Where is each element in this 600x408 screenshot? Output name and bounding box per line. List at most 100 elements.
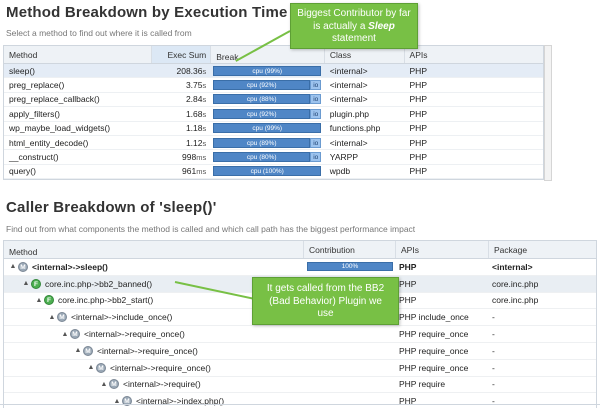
package-cell: <internal> [492, 261, 533, 272]
tree-method-label: <internal>->require_once() [110, 362, 211, 373]
tree-row[interactable]: ▲ M <internal>->require() PHP require - [4, 377, 596, 394]
package-cell: - [492, 329, 495, 340]
cpu-bar: cpu (89%) [213, 137, 311, 148]
table-row[interactable]: apply_filters() 1.68s cpu (92%) io plugin.ph… [4, 107, 543, 122]
exec-sum: 1.12s [185, 137, 207, 148]
table-row[interactable]: preg_replace_callback() 2.84s cpu (88%) io <… [4, 93, 543, 108]
exec-sum: 1.18s [185, 123, 207, 134]
cpu-bar: cpu (99%) [213, 65, 322, 76]
method-name: apply_filters() [9, 108, 61, 119]
bottom-callout-line1: It gets called from the BB2 [266, 283, 385, 294]
cpu-bar: cpu (88%) [213, 94, 311, 105]
expand-triangle-icon[interactable]: ▲ [60, 331, 70, 338]
expand-triangle-icon[interactable]: ▲ [21, 280, 31, 287]
tree-row[interactable]: ▲ M <internal>->require_once() PHP require_… [4, 343, 596, 360]
class-name: <internal> [329, 65, 368, 76]
exec-sum: 2.84s [185, 94, 207, 105]
exec-sum: 3.75s [185, 80, 207, 91]
apis-value: PHP [409, 152, 427, 163]
cpu-bar: cpu (99%) [213, 123, 322, 134]
exec-sum: 998ms [182, 152, 207, 163]
caller-apis: PHP require_once [399, 345, 469, 356]
breakdown-bar: cpu (99%) [211, 65, 325, 76]
caller-breakdown-subtitle: Find out from what components the method… [6, 224, 416, 234]
tree-method-cell: ▲ M <internal>->require_once() [4, 345, 304, 356]
expand-triangle-icon[interactable]: ▲ [86, 364, 96, 371]
table-row[interactable]: sleep() 208.36s cpu (99%) <internal> PHP [4, 64, 543, 79]
expand-triangle-icon[interactable]: ▲ [47, 314, 57, 321]
col-header-apis[interactable]: APIs [405, 46, 543, 63]
expand-triangle-icon[interactable]: ▲ [99, 381, 109, 388]
breakdown-bar: cpu (80%) io [211, 152, 325, 163]
contribution-bar: 100% [307, 262, 393, 272]
class-name: plugin.php [329, 108, 370, 119]
col-header-method[interactable]: Method [4, 46, 153, 63]
method-icon: M [18, 261, 28, 272]
breakdown-bar: cpu (100%) [211, 166, 325, 177]
col-header-caller-method[interactable]: Method [4, 241, 304, 258]
caller-breakdown-title: Caller Breakdown of 'sleep()' [6, 199, 217, 216]
tree-method-cell: ▲ M <internal>->require_once() [4, 362, 304, 373]
method-table-scrollbar[interactable] [544, 45, 552, 181]
col-header-caller-apis[interactable]: APIs [396, 241, 489, 258]
apis-value: PHP [409, 123, 427, 134]
table-row[interactable]: preg_replace() 3.75s cpu (92%) io <internal>… [4, 78, 543, 93]
tree-method-cell: ▲ M <internal>->require() [4, 379, 304, 390]
tree-row[interactable]: ▲ M <internal>->require_once() PHP require_… [4, 360, 596, 377]
expand-triangle-icon[interactable]: ▲ [8, 263, 18, 270]
caller-apis: PHP [399, 295, 417, 306]
method-icon: M [96, 362, 106, 373]
expand-triangle-icon[interactable]: ▲ [34, 297, 44, 304]
caller-apis: PHP require_once [399, 329, 469, 340]
exec-sum: 1.68s [185, 108, 207, 119]
caller-apis: PHP require_once [399, 362, 469, 373]
breakdown-bar: cpu (92%) io [211, 108, 325, 119]
expand-triangle-icon[interactable]: ▲ [73, 347, 83, 354]
class-name: functions.php [329, 123, 381, 134]
exec-sum: 961ms [182, 166, 207, 177]
breakdown-bar: cpu (92%) io [211, 80, 325, 91]
apis-value: PHP [409, 166, 427, 177]
method-name: query() [9, 166, 36, 177]
package-cell: core.inc.php [492, 295, 539, 306]
col-header-package[interactable]: Package [489, 241, 596, 258]
io-bar: io [310, 108, 322, 119]
function-icon: F [44, 295, 54, 306]
cpu-bar: cpu (80%) [213, 152, 311, 163]
cpu-bar: cpu (92%) [213, 108, 311, 119]
io-bar: io [310, 152, 322, 163]
bottom-callout-line3: use [317, 308, 334, 319]
io-bar: io [310, 94, 322, 105]
tree-method-label: <internal>->include_once() [71, 312, 173, 323]
caller-apis: PHP require [399, 379, 446, 390]
class-name: <internal> [329, 94, 368, 105]
tree-row[interactable]: ▲ M <internal>->require_once() PHP require_… [4, 326, 596, 343]
tree-method-label: <internal>->sleep() [32, 261, 108, 272]
tree-method-label: <internal>->require_once() [84, 329, 185, 340]
package-cell: - [492, 362, 495, 373]
table-row[interactable]: html_entity_decode() 1.12s cpu (89%) io <int… [4, 136, 543, 151]
top-callout: Biggest Contributor by far is actually a… [290, 3, 418, 49]
method-name: wp_maybe_load_widgets() [9, 123, 111, 134]
breakdown-bar: cpu (89%) io [211, 137, 325, 148]
function-icon: F [31, 278, 41, 289]
package-cell: - [492, 312, 495, 323]
class-name: <internal> [329, 80, 368, 91]
tree-row[interactable]: ▲ M <internal>->index.php() PHP - [4, 393, 596, 408]
tree-row[interactable]: ▲ M <internal>->sleep() 100% PHP <internal> [4, 259, 596, 276]
method-icon: M [57, 312, 67, 323]
table-row[interactable]: __construct() 998ms cpu (80%) io YARPP PHP [4, 150, 543, 165]
col-header-exec-sum[interactable]: Exec Sum [152, 46, 212, 63]
bottom-callout-line2: (Bad Behavior) Plugin we [269, 295, 382, 307]
breakdown-bar: cpu (99%) [211, 123, 325, 134]
caller-apis: PHP [399, 261, 417, 272]
tree-method-cell: ▲ M <internal>->sleep() [4, 261, 304, 272]
col-header-contribution[interactable]: Contribution [304, 241, 396, 258]
top-callout-line2: is actually a Sleep [313, 20, 395, 32]
table-row[interactable]: wp_maybe_load_widgets() 1.18s cpu (99%) fun… [4, 122, 543, 136]
caller-table-header: Method Contribution APIs Package [4, 241, 596, 259]
io-bar: io [310, 80, 322, 91]
cpu-bar: cpu (92%) [213, 80, 311, 91]
apis-value: PHP [409, 80, 427, 91]
table-row[interactable]: query() 961ms cpu (100%) wpdb PHP [4, 165, 543, 180]
